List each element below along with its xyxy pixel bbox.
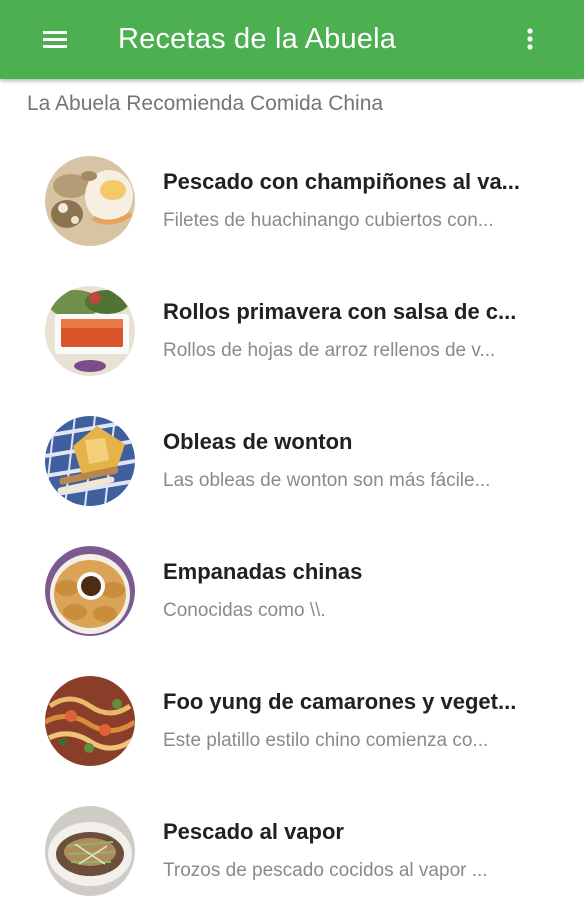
recipe-title: Obleas de wonton	[163, 429, 353, 454]
app-title: Recetas de la Abuela	[118, 23, 397, 55]
recipe-thumbnail	[45, 676, 135, 766]
recipe-thumbnail	[45, 416, 135, 506]
app-bar: Recetas de la Abuela	[0, 0, 584, 79]
recipe-item[interactable]: Pescado con champiñones al va... Filetes…	[0, 135, 584, 265]
recipe-description: Filetes de huachinango cubiertos con...	[163, 210, 494, 231]
hamburger-menu-icon	[43, 31, 67, 48]
overflow-menu-button[interactable]	[512, 17, 548, 61]
recipe-item[interactable]: Foo yung de camarones y veget... Este pl…	[0, 655, 584, 785]
recipe-description: Conocidas como \\.	[163, 600, 326, 621]
section-header: La Abuela Recomienda Comida China	[27, 92, 384, 115]
recipe-title: Pescado con champiñones al va...	[163, 169, 521, 194]
recipe-title: Pescado al vapor	[163, 819, 344, 844]
recipe-thumbnail	[45, 546, 135, 636]
recipe-item[interactable]: Rollos primavera con salsa de c... Rollo…	[0, 265, 584, 395]
recipe-description: Las obleas de wonton son más fácile...	[163, 470, 491, 491]
recipe-description: Este platillo estilo chino comienza co..…	[163, 730, 489, 751]
recipe-thumbnail	[45, 806, 135, 896]
recipe-description: Trozos de pescado cocidos al vapor ...	[163, 860, 488, 881]
recipe-item[interactable]: Pescado al vapor Trozos de pescado cocid…	[0, 785, 584, 915]
recipe-title: Rollos primavera con salsa de c...	[163, 299, 517, 324]
more-vert-icon	[527, 28, 533, 50]
recipe-title: Foo yung de camarones y veget...	[163, 689, 517, 714]
recipe-title: Empanadas chinas	[163, 559, 363, 584]
recipe-item[interactable]: Obleas de wonton Las obleas de wonton so…	[0, 395, 584, 525]
recipe-item[interactable]: Empanadas chinas Conocidas como \\.	[0, 525, 584, 655]
recipe-thumbnail	[45, 156, 135, 246]
recipe-thumbnail	[45, 286, 135, 376]
recipe-description: Rollos de hojas de arroz rellenos de v..…	[163, 340, 496, 361]
recipe-list: Pescado con champiñones al va... Filetes…	[0, 135, 584, 915]
menu-button[interactable]	[30, 17, 80, 61]
